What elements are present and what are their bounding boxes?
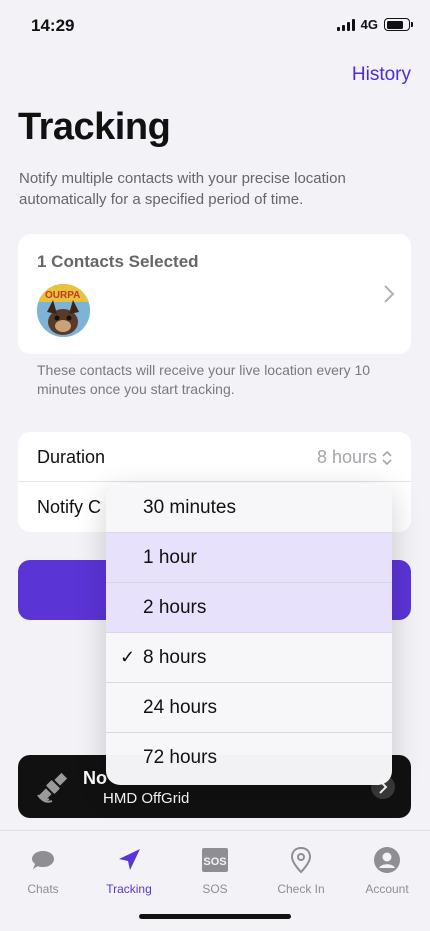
option-label: 1 hour [143, 547, 197, 568]
contacts-note: These contacts will receive your live lo… [37, 362, 371, 397]
duration-row[interactable]: Duration 8 hours [18, 432, 411, 482]
tab-sos[interactable]: SOS SOS [172, 845, 258, 896]
page-title: Tracking [18, 106, 171, 148]
svg-text:SOS: SOS [203, 856, 226, 868]
network-type: 4G [360, 17, 378, 32]
chevron-up-down-icon [382, 450, 392, 465]
satellite-icon [35, 769, 71, 810]
duration-label: Duration [37, 447, 106, 467]
duration-selected-value: 8 hours [316, 447, 377, 467]
option-label: 30 minutes [143, 497, 236, 518]
duration-option-24-hours[interactable]: 24 hours [106, 683, 392, 733]
contact-avatar: OURPA [37, 284, 90, 337]
battery-icon [384, 18, 413, 31]
tab-label: Tracking [106, 882, 152, 896]
status-indicators: 4G [336, 17, 413, 32]
svg-text:OURPA: OURPA [45, 290, 80, 301]
tab-label: Account [365, 882, 409, 896]
duration-option-2-hours[interactable]: 2 hours [106, 583, 392, 633]
option-label: 2 hours [143, 597, 207, 618]
tab-account[interactable]: Account [344, 845, 430, 896]
duration-option-8-hours[interactable]: ✓ 8 hours [106, 633, 392, 683]
tab-chats[interactable]: Chats [0, 845, 86, 896]
chat-bubble-icon [0, 845, 86, 875]
duration-value[interactable]: 8 hours [317, 447, 393, 468]
tab-label: SOS [202, 882, 228, 896]
status-time: 14:29 [31, 16, 75, 35]
tab-label: Chats [27, 882, 59, 896]
duration-option-1-hour[interactable]: 1 hour [106, 533, 392, 583]
location-pin-icon [258, 845, 344, 875]
banner-title: No [83, 768, 107, 788]
cellular-signal-icon [336, 18, 355, 31]
option-label: 72 hours [143, 747, 217, 768]
sos-icon: SOS [172, 845, 258, 875]
duration-option-30-minutes[interactable]: 30 minutes [106, 483, 392, 533]
tab-label: Check In [277, 882, 325, 896]
banner-subtitle: HMD OffGrid [103, 790, 190, 807]
notify-label: Notify C [37, 497, 102, 517]
home-indicator[interactable] [139, 914, 291, 919]
duration-dropdown-menu: 30 minutes 1 hour 2 hours ✓ 8 hours 24 h… [106, 483, 392, 785]
contacts-card[interactable]: 1 Contacts Selected OURPA [18, 234, 411, 354]
status-bar: 14:29 4G [0, 0, 430, 50]
tab-check-in[interactable]: Check In [258, 845, 344, 896]
page-description: Notify multiple contacts with your preci… [19, 170, 346, 208]
checkmark-icon: ✓ [120, 647, 136, 667]
contacts-selected-title: 1 Contacts Selected [37, 252, 199, 271]
account-icon [344, 845, 430, 875]
duration-option-72-hours[interactable]: 72 hours [106, 733, 392, 783]
option-label: 8 hours [143, 647, 207, 668]
history-link[interactable]: History [352, 64, 411, 86]
chevron-right-icon [383, 284, 395, 310]
option-label: 24 hours [143, 697, 217, 718]
navigation-arrow-icon [86, 845, 172, 875]
tab-tracking[interactable]: Tracking [86, 845, 172, 896]
